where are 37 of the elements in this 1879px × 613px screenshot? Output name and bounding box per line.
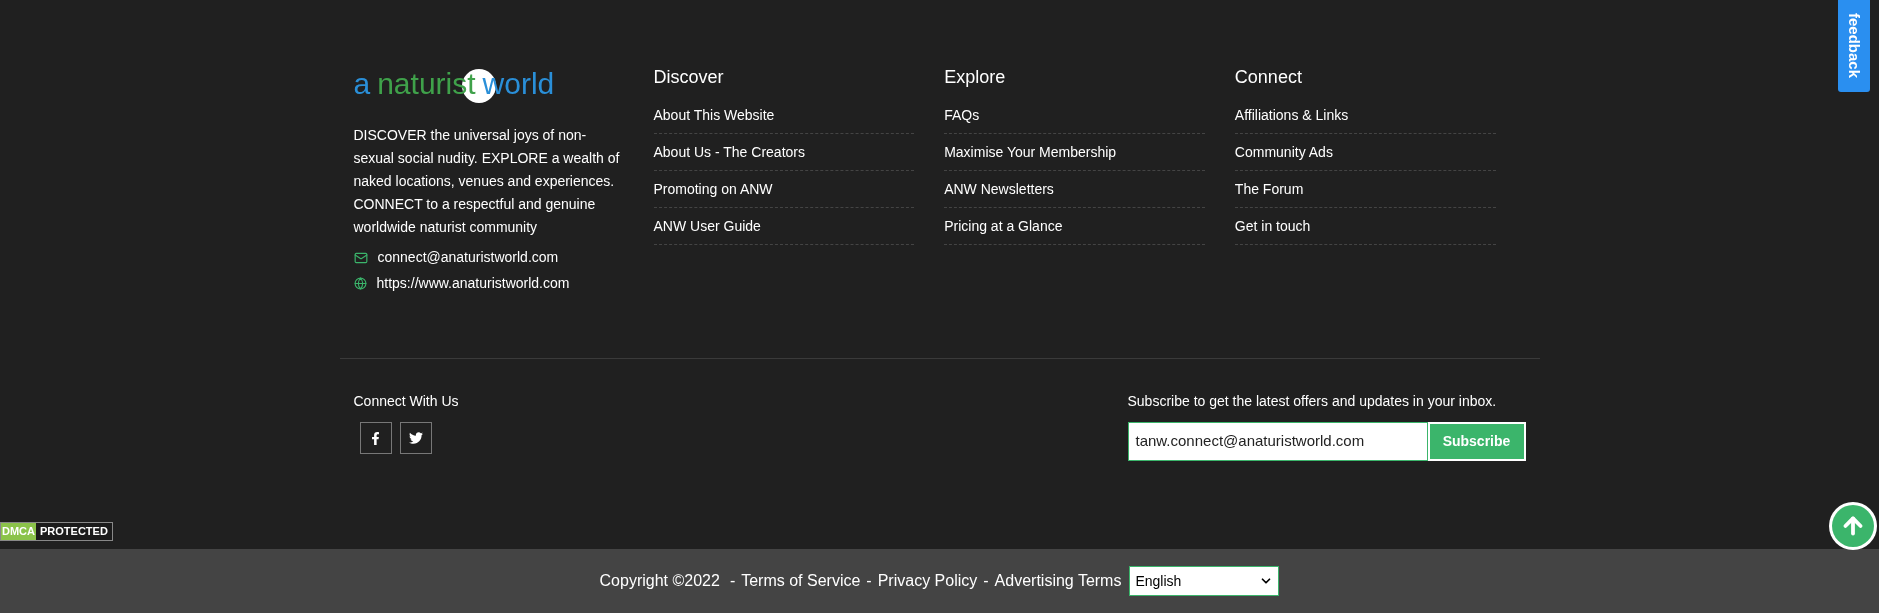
footer-link[interactable]: About Us - The Creators [653, 141, 805, 163]
footer-link[interactable]: The Forum [1234, 178, 1304, 200]
contact-link[interactable]: https://www.anaturistworld.com [376, 273, 570, 294]
dmca-badge[interactable]: DMCA PROTECTED [0, 522, 113, 541]
social-heading: Connect With Us [353, 392, 459, 411]
separator-dash: - [729, 571, 736, 591]
bird-icon [408, 431, 423, 445]
scroll-top-button[interactable] [1829, 502, 1877, 550]
footer-link[interactable]: Promoting on ANW [653, 178, 773, 200]
social-button[interactable] [399, 422, 432, 454]
about-text: DISCOVER the universal joys of non-sexual social nudity. EXPLORE a wealth of naked locations, venues and experiences. CONNECT to a respectful and genuine worldwide naturist community [353, 126, 621, 237]
separator-dash: - [983, 571, 989, 591]
footer-link[interactable]: Maximise Your Membership [944, 141, 1117, 163]
footer-link[interactable]: Pricing at a Glance [944, 215, 1063, 237]
footer-link[interactable]: Get in touch [1234, 215, 1311, 237]
footer-link[interactable]: About This Website [653, 104, 775, 126]
footer-link[interactable]: Community Ads [1234, 141, 1333, 163]
facebook-icon [369, 431, 382, 445]
legal-link[interactable]: Privacy Policy [877, 569, 978, 593]
language-select[interactable]: English [1129, 566, 1280, 596]
column-heading: Explore [944, 66, 1007, 89]
column-heading: Discover [653, 66, 725, 89]
contact-link[interactable]: connect@anaturistworld.com [377, 247, 559, 268]
footer-link[interactable]: ANW Newsletters [944, 178, 1054, 200]
globe-icon [353, 277, 367, 290]
column-heading: Connect [1234, 66, 1303, 89]
social-button[interactable] [359, 422, 392, 454]
separator-dash: - [866, 571, 872, 591]
envelope-icon [353, 250, 368, 265]
email-input[interactable]: tanw.connect@anaturistworld.com [1127, 422, 1428, 461]
legal-link[interactable]: Advertising Terms [994, 569, 1122, 593]
footer-link[interactable]: Affiliations & Links [1234, 104, 1349, 126]
footer-link[interactable]: FAQs [944, 104, 980, 126]
legal-link[interactable]: Terms of Service [741, 569, 861, 593]
footer-link[interactable]: ANW User Guide [653, 215, 761, 237]
copyright-text: Copyright ©2022 [599, 571, 720, 591]
subscribe-text: Subscribe to get the latest offers and updates in your inbox. [1127, 392, 1498, 411]
